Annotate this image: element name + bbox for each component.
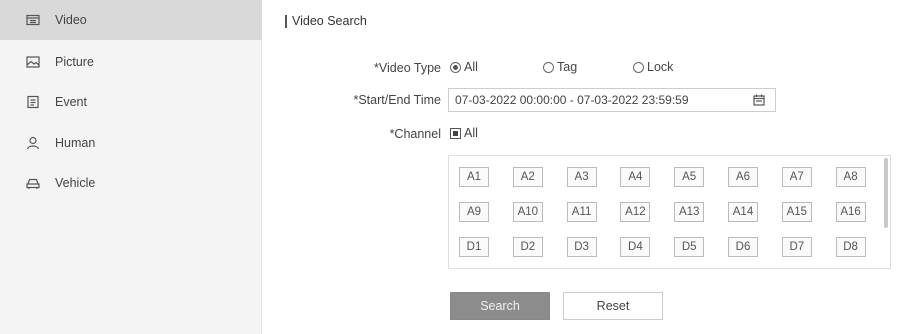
time-range-label: *Start/End Time <box>353 93 441 107</box>
channel-button-d3[interactable]: D3 <box>566 237 597 257</box>
channel-button-a3[interactable]: A3 <box>566 167 597 187</box>
sidebar-item-label: Video <box>55 13 87 27</box>
channel-button-a2[interactable]: A2 <box>512 167 543 187</box>
radio-lock[interactable]: Lock <box>633 60 673 74</box>
page-title: Video Search <box>292 14 367 28</box>
channel-button-a12[interactable]: A12 <box>620 202 651 222</box>
channel-button-d8[interactable]: D8 <box>835 237 866 257</box>
section-title: Video Search <box>285 14 367 28</box>
title-bar-divider <box>285 14 287 28</box>
radio-tag-label: Tag <box>557 60 578 74</box>
channel-button-a11[interactable]: A11 <box>566 202 597 222</box>
sidebar-item-label: Human <box>55 136 96 150</box>
vehicle-icon <box>26 176 40 190</box>
sidebar-item-label: Event <box>55 95 87 109</box>
time-range-input[interactable]: 07-03-2022 00:00:00 - 07-03-2022 23:59:5… <box>448 88 776 112</box>
channel-button-a15[interactable]: A15 <box>781 202 812 222</box>
channel-all-checkbox[interactable]: All <box>450 126 478 140</box>
video-icon <box>26 13 40 27</box>
picture-icon <box>26 55 40 69</box>
channel-button-a1[interactable]: A1 <box>459 167 489 187</box>
human-icon <box>26 136 40 150</box>
channel-button-a14[interactable]: A14 <box>728 202 758 222</box>
channel-button-a10[interactable]: A10 <box>512 202 543 222</box>
channel-grid: A1 A2 A3 A4 A5 A6 A7 A8 A9 A10 A11 A12 A13 A14 A15 A16 D… <box>448 155 891 269</box>
channel-button-a6[interactable]: A6 <box>728 167 758 187</box>
time-range-value: 07-03-2022 00:00:00 - 07-03-2022 23:59:5… <box>455 93 689 107</box>
channel-button-a5[interactable]: A5 <box>674 167 705 187</box>
radio-selected-icon <box>450 61 461 73</box>
channel-all-label: All <box>464 126 478 140</box>
channel-button-d6[interactable]: D6 <box>728 237 758 257</box>
channel-button-d2[interactable]: D2 <box>512 237 543 257</box>
search-button[interactable]: Search <box>450 292 550 320</box>
channel-button-a4[interactable]: A4 <box>620 167 651 187</box>
radio-unselected-icon <box>543 61 554 73</box>
channel-button-a9[interactable]: A9 <box>459 202 489 222</box>
channel-label: *Channel <box>389 127 441 141</box>
sidebar-item-human[interactable]: Human <box>0 123 262 163</box>
channel-button-d7[interactable]: D7 <box>781 237 812 257</box>
radio-lock-label: Lock <box>647 60 674 74</box>
sidebar-item-vehicle[interactable]: Vehicle <box>0 163 262 203</box>
sidebar: Video Picture Event Human Vehicle <box>0 0 262 334</box>
reset-button[interactable]: Reset <box>563 292 663 320</box>
sidebar-item-label: Vehicle <box>55 176 96 190</box>
channel-button-a16[interactable]: A16 <box>835 202 866 222</box>
calendar-icon[interactable] <box>753 94 765 106</box>
channel-grid-scrollbar[interactable] <box>884 158 888 228</box>
video-type-label: *Video Type <box>374 61 441 75</box>
radio-unselected-icon <box>633 61 644 73</box>
radio-tag[interactable]: Tag <box>543 60 577 74</box>
radio-all[interactable]: All <box>450 60 478 74</box>
sidebar-item-label: Picture <box>55 55 94 69</box>
sidebar-item-picture[interactable]: Picture <box>0 42 262 82</box>
checkbox-checked-icon <box>450 127 461 139</box>
radio-all-label: All <box>464 60 478 74</box>
sidebar-item-event[interactable]: Event <box>0 82 262 122</box>
channel-button-a8[interactable]: A8 <box>835 167 866 187</box>
channel-button-d5[interactable]: D5 <box>674 237 705 257</box>
channel-button-d4[interactable]: D4 <box>620 237 651 257</box>
channel-button-d1[interactable]: D1 <box>459 237 489 257</box>
event-icon <box>26 95 40 109</box>
main-panel: Video Search *Video Type All Tag Lock *S… <box>263 0 907 334</box>
channel-button-a7[interactable]: A7 <box>781 167 812 187</box>
channel-button-a13[interactable]: A13 <box>674 202 705 222</box>
sidebar-item-video[interactable]: Video <box>0 0 262 40</box>
